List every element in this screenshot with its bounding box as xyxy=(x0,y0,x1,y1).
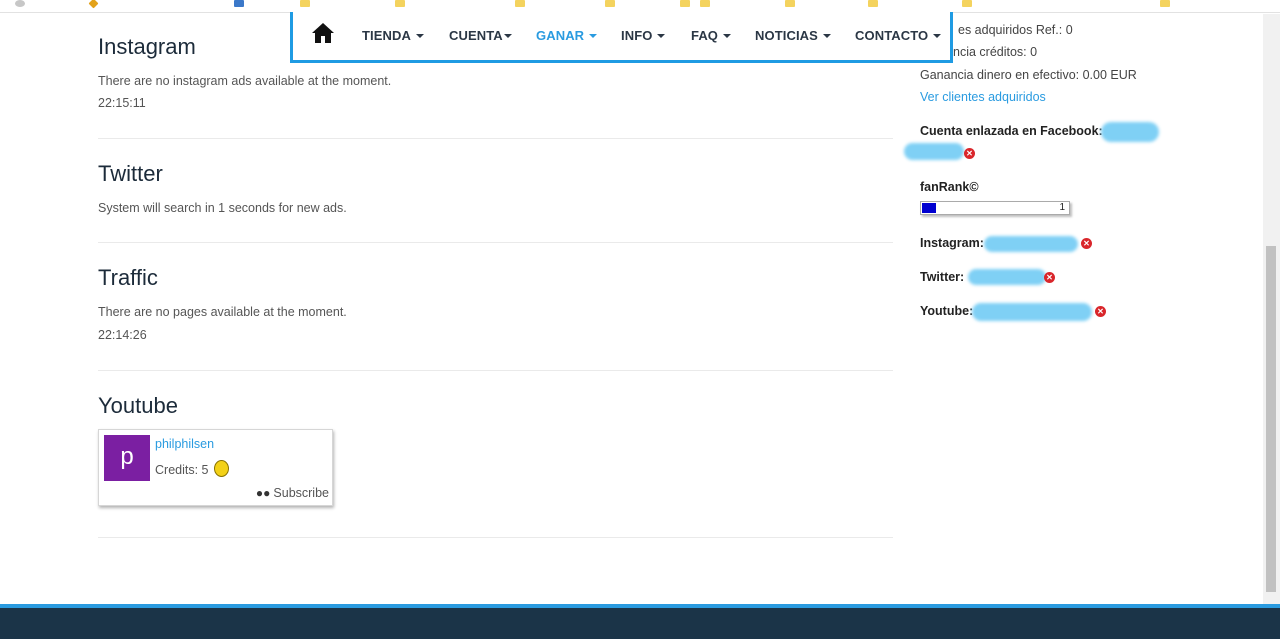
chevron-down-icon xyxy=(822,34,831,38)
avatar: p xyxy=(104,435,150,481)
subscribe-label: Subscribe xyxy=(273,486,329,500)
divider xyxy=(98,537,893,538)
bookmark-icon[interactable] xyxy=(680,0,690,7)
chevron-down-icon xyxy=(416,34,424,38)
fanrank-bar: 1 xyxy=(920,201,1070,215)
nav-tienda[interactable]: TIENDA xyxy=(362,28,424,43)
footer xyxy=(0,604,1280,639)
youtube-ad-card: p philphilsen Credits: 5 ●● Subscribe xyxy=(98,429,333,506)
chevron-down-icon xyxy=(503,34,512,38)
instagram-time: 22:15:11 xyxy=(98,96,146,110)
nav-faq[interactable]: FAQ xyxy=(691,28,732,43)
section-title-traffic: Traffic xyxy=(98,265,158,290)
credits-text: Credits: 5 xyxy=(155,463,209,477)
redacted-blur xyxy=(972,303,1092,321)
section-title-instagram: Instagram xyxy=(98,34,196,59)
bookmark-icon[interactable] xyxy=(700,0,710,7)
divider xyxy=(98,242,893,243)
redacted-blur xyxy=(904,143,964,160)
instagram-label: Instagram: xyxy=(920,236,984,250)
youtube-username-link[interactable]: philphilsen xyxy=(155,437,214,451)
clients-ref-text: es adquiridos Ref.: 0 xyxy=(958,23,1073,37)
chevron-down-icon xyxy=(657,34,666,38)
clients-link[interactable]: Ver clientes adquiridos xyxy=(920,90,1046,104)
youtube-label: Youtube: xyxy=(920,304,974,318)
chevron-down-icon xyxy=(723,34,732,38)
unlink-facebook-icon[interactable]: ✕ xyxy=(964,148,975,159)
twitter-label: Twitter: xyxy=(920,270,965,284)
fanrank-label: fanRank© xyxy=(920,180,979,194)
bookmark-icon[interactable] xyxy=(605,0,615,7)
facebook-label: Cuenta enlazada en Facebook: xyxy=(920,124,1103,138)
bookmark-icon[interactable] xyxy=(515,0,525,7)
main-navbar: TIENDA CUENTA GANAR INFO FAQ NOTICIAS CO… xyxy=(290,12,953,63)
traffic-time: 22:14:26 xyxy=(98,328,147,342)
home-icon[interactable] xyxy=(311,22,335,44)
nav-cuenta[interactable]: CUENTA xyxy=(449,28,512,43)
bookmark-icon[interactable] xyxy=(962,0,972,7)
fanrank-fill xyxy=(922,203,936,213)
credits-gain-text: ncia créditos: 0 xyxy=(953,45,1038,59)
unlink-instagram-icon[interactable]: ✕ xyxy=(1081,238,1092,249)
users-icon: ●● xyxy=(255,486,271,500)
fanrank-value: 1 xyxy=(1059,202,1065,213)
traffic-message: There are no pages available at the mome… xyxy=(98,305,347,319)
chevron-down-icon xyxy=(589,34,598,38)
nav-contacto[interactable]: CONTACTO xyxy=(855,28,942,43)
bookmark-icon[interactable] xyxy=(868,0,878,7)
subscribe-button[interactable]: ●● Subscribe xyxy=(256,486,329,500)
bookmark-icon[interactable] xyxy=(15,0,25,7)
cash-gain-text: Ganancia dinero en efectivo: 0.00 EUR xyxy=(920,68,1137,82)
section-title-twitter: Twitter xyxy=(98,161,163,186)
bookmark-icon[interactable] xyxy=(88,0,99,9)
twitter-message: System will search in 1 seconds for new … xyxy=(98,201,347,215)
section-title-youtube: Youtube xyxy=(98,393,178,418)
nav-info[interactable]: INFO xyxy=(621,28,666,43)
scrollbar-thumb[interactable] xyxy=(1266,246,1276,592)
bookmark-icon[interactable] xyxy=(1160,0,1170,7)
bookmark-icon[interactable] xyxy=(785,0,795,7)
chevron-down-icon xyxy=(933,34,942,38)
instagram-message: There are no instagram ads available at … xyxy=(98,74,392,88)
unlink-twitter-icon[interactable]: ✕ xyxy=(1044,272,1055,283)
redacted-blur xyxy=(968,269,1046,285)
bookmark-icon[interactable] xyxy=(234,0,244,7)
redacted-blur xyxy=(1101,122,1159,142)
unlink-youtube-icon[interactable]: ✕ xyxy=(1095,306,1106,317)
scrollbar[interactable] xyxy=(1263,14,1280,604)
bookmark-icon[interactable] xyxy=(300,0,310,7)
coin-icon xyxy=(213,460,229,477)
redacted-blur xyxy=(984,236,1078,252)
divider xyxy=(98,370,893,371)
nav-ganar[interactable]: GANAR xyxy=(536,28,598,43)
credits-label: Credits: 5 xyxy=(155,460,229,477)
nav-noticias[interactable]: NOTICIAS xyxy=(755,28,831,43)
divider xyxy=(98,138,893,139)
bookmark-icon[interactable] xyxy=(395,0,405,7)
